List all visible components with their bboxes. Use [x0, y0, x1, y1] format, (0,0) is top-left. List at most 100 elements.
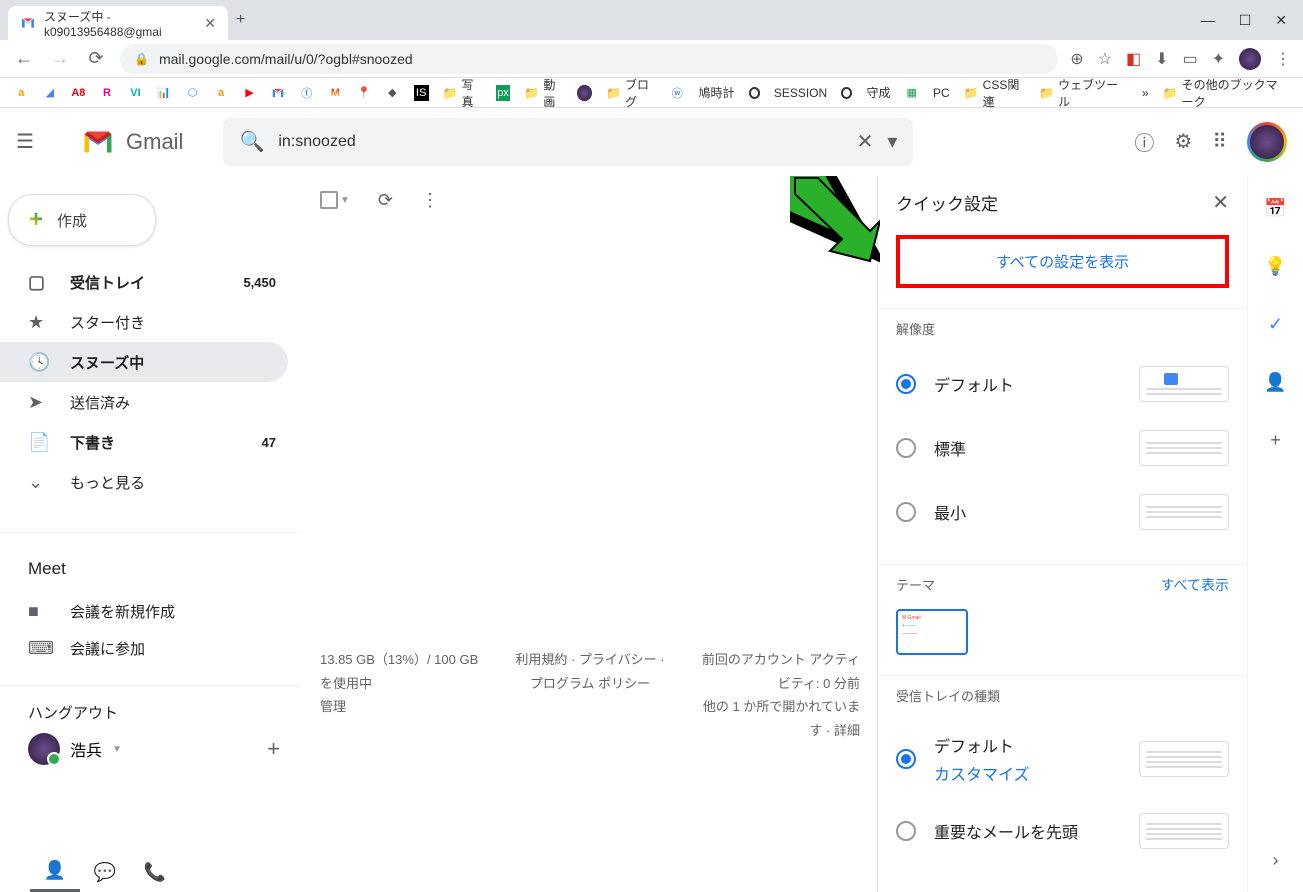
theme-show-all-link[interactable]: すべて表示: [1161, 575, 1229, 595]
bookmark-item[interactable]: R: [100, 85, 115, 101]
activity-info[interactable]: 前回のアカウント アクティビティ: 0 分前 他の 1 か所で開かれています ·…: [700, 648, 860, 742]
meet-join-meeting[interactable]: ⌨ 会議に参加: [28, 630, 300, 667]
zoom-icon[interactable]: ⊕: [1070, 49, 1083, 69]
sidebar-item-chevron-down[interactable]: ⌄もっと見る: [0, 462, 288, 502]
bookmark-folder[interactable]: 📁ブログ: [606, 78, 656, 108]
bookmark-item[interactable]: px: [496, 85, 511, 101]
bookmark-item[interactable]: 守成: [866, 84, 890, 101]
forward-button[interactable]: →: [48, 48, 72, 69]
hangout-user[interactable]: 浩兵 ▼ +: [28, 733, 300, 765]
reload-button[interactable]: ⟳: [84, 48, 108, 69]
search-options-icon[interactable]: ▾: [887, 129, 897, 154]
bookmark-item[interactable]: a: [14, 85, 29, 101]
sidebar-item-send[interactable]: ➤送信済み: [0, 382, 288, 422]
bookmark-item[interactable]: A8: [71, 85, 86, 101]
keep-icon[interactable]: 💡: [1264, 254, 1288, 278]
bookmark-star-icon[interactable]: ☆: [1098, 49, 1112, 69]
apps-grid-icon[interactable]: ⠿: [1212, 129, 1227, 154]
tasks-icon[interactable]: ✓: [1264, 312, 1288, 336]
add-apps-icon[interactable]: +: [1264, 428, 1288, 452]
bookmark-item[interactable]: VI: [128, 85, 143, 101]
theme-thumbnail[interactable]: M Gmail + —— ———: [896, 609, 968, 655]
sidebar-item-file[interactable]: 📄下書き47: [0, 422, 288, 462]
other-bookmarks-folder[interactable]: 📁その他のブックマーク: [1163, 78, 1289, 108]
send-icon: ➤: [28, 392, 48, 413]
browser-menu-icon[interactable]: ⋮: [1275, 49, 1291, 69]
bookmark-item[interactable]: ◢: [43, 85, 58, 101]
hangouts-tab[interactable]: 💬: [80, 852, 130, 892]
sidebar-item-clock[interactable]: 🕓スヌーズ中: [0, 342, 288, 382]
search-box[interactable]: 🔍 ✕ ▾: [223, 118, 913, 166]
bookmark-folder[interactable]: 📁動画: [524, 78, 563, 108]
bookmark-item[interactable]: a: [214, 85, 229, 101]
help-icon[interactable]: ⓘ: [1134, 127, 1154, 156]
more-menu-icon[interactable]: ⋮: [421, 190, 439, 211]
hangout-add-icon[interactable]: +: [267, 736, 280, 762]
density-option[interactable]: 標準: [896, 416, 1229, 480]
bookmark-item[interactable]: SESSION: [774, 86, 827, 100]
refresh-icon[interactable]: ⟳: [378, 190, 393, 211]
phone-tab[interactable]: 📞: [130, 852, 180, 892]
contacts-tab[interactable]: 👤: [30, 852, 80, 892]
bookmark-item[interactable]: ◆: [385, 85, 400, 101]
bookmark-item[interactable]: [271, 85, 286, 101]
bookmark-item[interactable]: M: [328, 85, 343, 101]
tab-close-icon[interactable]: ✕: [204, 15, 216, 32]
bookmark-folder[interactable]: 📁写真: [443, 78, 482, 108]
account-avatar[interactable]: [1247, 122, 1287, 162]
close-settings-icon[interactable]: ✕: [1212, 190, 1229, 215]
maximize-button[interactable]: ☐: [1239, 12, 1252, 29]
bookmark-folder[interactable]: 📁CSS関連: [964, 78, 1026, 108]
all-settings-button[interactable]: すべての設定を表示: [896, 235, 1229, 288]
compose-button[interactable]: + 作成: [8, 194, 156, 246]
back-button[interactable]: ←: [12, 48, 36, 69]
bookmark-item[interactable]: IS: [414, 85, 429, 101]
bookmark-item[interactable]: ⓕ: [299, 85, 314, 101]
calendar-icon[interactable]: 📅: [1264, 196, 1288, 220]
contacts-icon[interactable]: 👤: [1264, 370, 1288, 394]
profile-avatar[interactable]: [1239, 48, 1261, 70]
minimize-button[interactable]: —: [1201, 12, 1215, 29]
hamburger-menu-icon[interactable]: ☰: [16, 129, 40, 154]
new-tab-button[interactable]: +: [236, 11, 245, 29]
url-input[interactable]: 🔒 mail.google.com/mail/u/0/?ogbl#snoozed: [120, 44, 1058, 74]
bookmark-folder[interactable]: 📁ウェブツール: [1039, 78, 1122, 108]
bookmark-item[interactable]: ▶: [242, 85, 257, 101]
bookmark-item[interactable]: [749, 87, 760, 99]
bookmark-item[interactable]: ▦: [904, 85, 919, 101]
search-clear-icon[interactable]: ✕: [857, 129, 874, 154]
bookmarks-overflow[interactable]: »: [1142, 86, 1149, 100]
inbox-type-option[interactable]: デフォルトカスタマイズ: [896, 719, 1229, 799]
inbox-type-option[interactable]: 重要なメールを先頭: [896, 799, 1229, 863]
gmail-logo[interactable]: Gmail: [80, 124, 183, 160]
search-icon[interactable]: 🔍: [239, 129, 264, 154]
collapse-panel-icon[interactable]: ›: [1264, 848, 1288, 872]
bookmark-item[interactable]: 📊: [157, 85, 172, 101]
density-option[interactable]: デフォルト: [896, 352, 1229, 416]
bookmark-item[interactable]: [577, 85, 592, 101]
search-input[interactable]: [278, 133, 842, 151]
bookmark-item[interactable]: [841, 87, 852, 99]
sidebar-item-star[interactable]: ★スター付き: [0, 302, 288, 342]
bookmark-item[interactable]: 鳩時計: [699, 84, 735, 101]
sidebar-item-inbox[interactable]: ▢受信トレイ5,450: [0, 262, 288, 302]
select-all-checkbox[interactable]: ▼: [320, 191, 350, 209]
bookmark-item[interactable]: 📍: [357, 85, 372, 101]
close-window-button[interactable]: ✕: [1275, 12, 1287, 29]
compose-label: 作成: [57, 210, 87, 231]
terms-links[interactable]: 利用規約 · プライバシー · プログラム ポリシー: [510, 648, 670, 742]
extensions-puzzle-icon[interactable]: ✦: [1212, 49, 1225, 69]
meet-new-meeting[interactable]: ■ 会議を新規作成: [28, 593, 300, 630]
browser-tab[interactable]: スヌーズ中 - k09013956488@gmai ✕: [8, 6, 228, 40]
extension-icon-3[interactable]: ▭: [1182, 49, 1197, 69]
bookmark-item[interactable]: ⬡: [185, 85, 200, 101]
hangout-section: ハングアウト 浩兵 ▼ +: [0, 685, 300, 765]
checkbox-icon: [320, 191, 338, 209]
density-option[interactable]: 最小: [896, 480, 1229, 544]
bookmark-item[interactable]: ⓦ: [670, 85, 685, 101]
extension-icon-2[interactable]: ⬇: [1155, 49, 1168, 69]
settings-gear-icon[interactable]: ⚙: [1174, 129, 1192, 154]
storage-info[interactable]: 13.85 GB（13%）/ 100 GB を使用中 管理: [320, 648, 480, 742]
extension-icon-1[interactable]: ◧: [1126, 49, 1141, 69]
bookmark-item[interactable]: PC: [933, 86, 950, 100]
